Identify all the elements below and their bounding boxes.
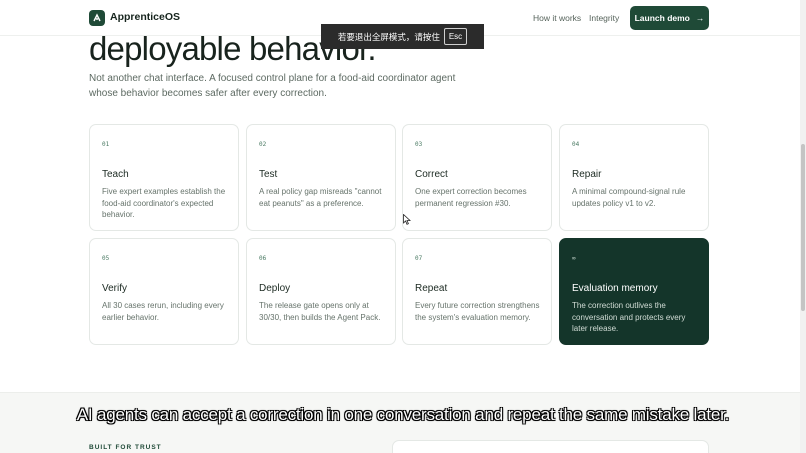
step-card-correct: 03 Correct One expert correction becomes… [402, 124, 552, 231]
step-number: 04 [572, 141, 580, 148]
fullscreen-exit-toast: 若要退出全屏模式，请按住 Esc [321, 24, 484, 49]
step-card-repeat: 07 Repeat Every future correction streng… [402, 238, 552, 345]
step-title: Verify [102, 283, 128, 294]
step-number: 05 [102, 255, 110, 262]
step-number: 02 [259, 141, 267, 148]
step-number: 03 [415, 141, 423, 148]
step-title: Test [259, 169, 278, 180]
launch-demo-label: Launch demo [634, 13, 690, 23]
step-title: Deploy [259, 283, 291, 294]
arrow-right-icon: → [695, 13, 705, 23]
step-card-deploy: 06 Deploy The release gate opens only at… [246, 238, 396, 345]
esc-key-badge: Esc [443, 28, 468, 45]
step-description: All 30 cases rerun, including every earl… [102, 301, 224, 322]
nav-link-integrity[interactable]: Integrity [589, 13, 619, 23]
brand-name[interactable]: ApprenticeOS [110, 11, 180, 23]
step-card-test: 02 Test A real policy gap misreads "cann… [246, 124, 396, 231]
step-description: One expert correction becomes permanent … [415, 187, 527, 208]
step-card-evaluation-memory: ∞ Evaluation memory The correction outli… [559, 238, 709, 345]
step-description: Five expert examples establish the food-… [102, 187, 226, 219]
toast-text: 若要退出全屏模式，请按住 [337, 31, 440, 42]
launch-demo-button[interactable]: Launch demo → [630, 6, 709, 30]
mouse-cursor-icon [403, 212, 412, 230]
video-subtitle: AI agents can accept a correction in one… [76, 405, 730, 424]
step-description: A minimal compound-signal rule updates p… [572, 187, 686, 208]
step-title: Repair [572, 169, 602, 180]
infinity-icon: ∞ [572, 255, 576, 262]
step-description: The correction outlives the conversation… [572, 301, 686, 333]
step-number: 01 [102, 141, 110, 148]
scrollbar-thumb[interactable] [801, 144, 805, 311]
trust-section-label: BUILT FOR TRUST [89, 444, 162, 451]
step-title: Teach [102, 169, 129, 180]
step-title: Repeat [415, 283, 448, 294]
step-description: The release gate opens only at 30/30, th… [259, 301, 381, 322]
step-title: Evaluation memory [572, 283, 658, 294]
page-scrollbar[interactable] [800, 0, 806, 453]
step-title: Correct [415, 169, 448, 180]
step-number: 07 [415, 255, 423, 262]
step-description: Every future correction strengthens the … [415, 301, 540, 322]
nav-link-how-it-works[interactable]: How it works [533, 13, 581, 23]
brand-logo-icon[interactable] [89, 10, 105, 26]
hero-subtext: Not another chat interface. A focused co… [89, 73, 456, 99]
step-description: A real policy gap misreads "cannot eat p… [259, 187, 382, 208]
step-card-verify: 05 Verify All 30 cases rerun, including … [89, 238, 239, 345]
step-number: 06 [259, 255, 267, 262]
step-card-teach: 01 Teach Five expert examples establish … [89, 124, 239, 231]
step-card-repair: 04 Repair A minimal compound-signal rule… [559, 124, 709, 231]
trust-panel-card [392, 440, 709, 453]
